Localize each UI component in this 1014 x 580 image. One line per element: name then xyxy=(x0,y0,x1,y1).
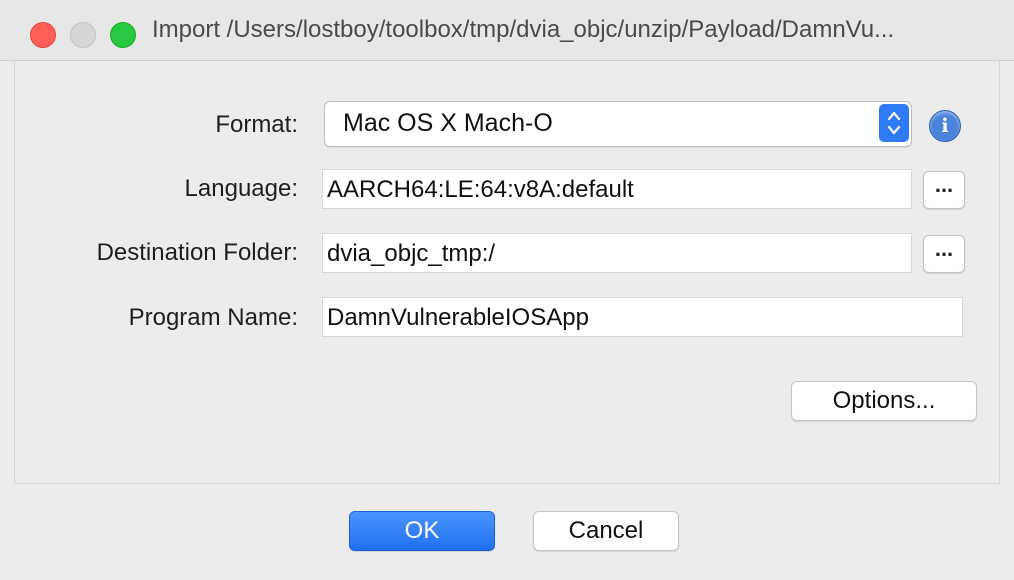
language-field[interactable]: AARCH64:LE:64:v8A:default xyxy=(322,169,912,209)
select-stepper-icon xyxy=(879,104,909,142)
close-window-button[interactable] xyxy=(30,22,56,48)
destination-folder-label: Destination Folder: xyxy=(96,239,298,266)
options-button[interactable]: Options... xyxy=(791,381,977,421)
window-title: Import /Users/lostboy/toolbox/tmp/dvia_o… xyxy=(152,16,895,43)
destination-browse-button[interactable]: ... xyxy=(923,235,965,273)
minimize-window-button[interactable] xyxy=(70,22,96,48)
program-name-label: Program Name: xyxy=(128,304,298,331)
format-value: Mac OS X Mach-O xyxy=(343,109,553,137)
format-select[interactable]: Mac OS X Mach-O xyxy=(324,101,912,147)
cancel-button[interactable]: Cancel xyxy=(533,511,679,551)
format-label: Format: xyxy=(215,111,298,138)
destination-folder-field[interactable]: dvia_objc_tmp:/ xyxy=(322,233,912,273)
language-browse-button[interactable]: ... xyxy=(923,171,965,209)
import-dialog: Import /Users/lostboy/toolbox/tmp/dvia_o… xyxy=(0,0,1014,580)
language-label: Language: xyxy=(184,175,298,202)
maximize-window-button[interactable] xyxy=(110,22,136,48)
info-icon[interactable]: i xyxy=(929,110,961,142)
ok-button[interactable]: OK xyxy=(349,511,495,551)
title-bar: Import /Users/lostboy/toolbox/tmp/dvia_o… xyxy=(0,0,1014,61)
program-name-field[interactable]: DamnVulnerableIOSApp xyxy=(322,297,963,337)
